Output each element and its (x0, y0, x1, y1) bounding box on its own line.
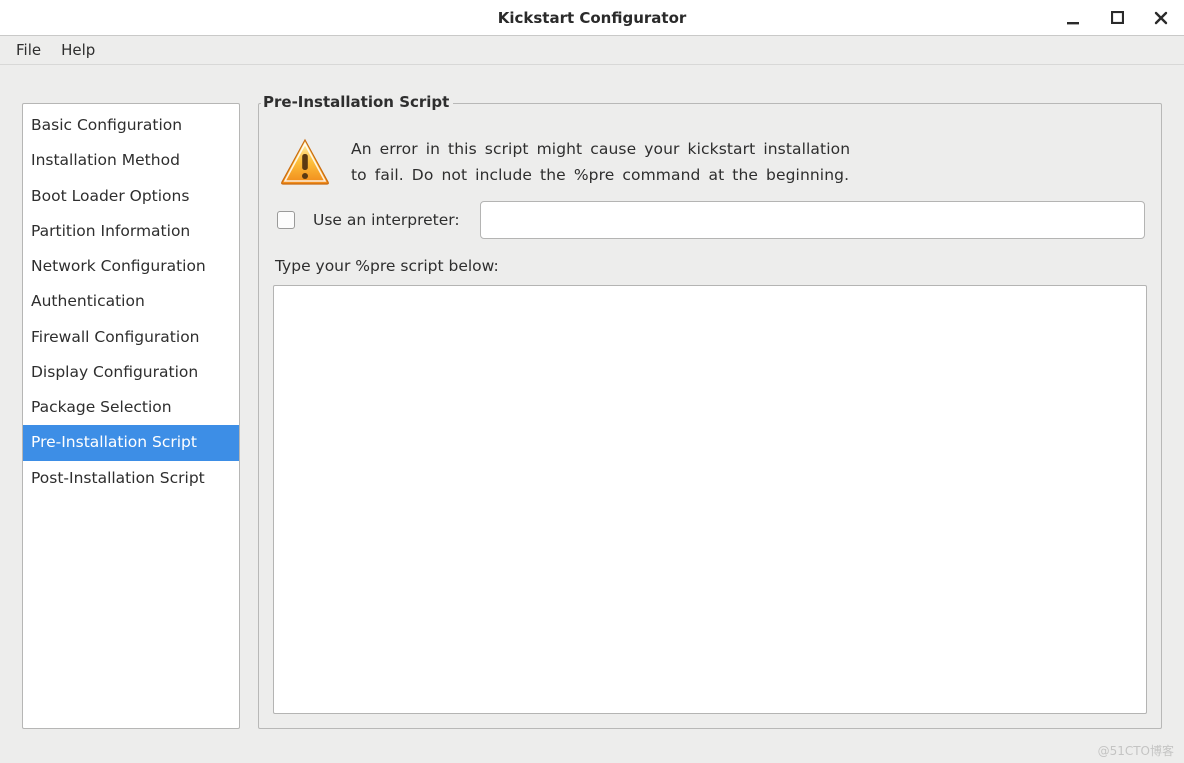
interpreter-label: Use an interpreter: (313, 211, 460, 229)
script-prompt-label: Type your %pre script below: (273, 249, 1147, 285)
titlebar: Kickstart Configurator (0, 0, 1184, 36)
window-title: Kickstart Configurator (498, 9, 687, 27)
sidebar-item-8[interactable]: Package Selection (23, 390, 239, 425)
sidebar-item-10[interactable]: Post-Installation Script (23, 461, 239, 496)
menu-help[interactable]: Help (51, 37, 105, 63)
maximize-icon (1111, 11, 1124, 24)
maximize-button[interactable] (1108, 9, 1126, 27)
interpreter-row: Use an interpreter: (273, 199, 1147, 249)
warning-text-line2: to fail. Do not include the %pre command… (351, 166, 849, 184)
sidebar-item-5[interactable]: Authentication (23, 284, 239, 319)
sidebar-item-6[interactable]: Firewall Configuration (23, 320, 239, 355)
sidebar-item-3[interactable]: Partition Information (23, 214, 239, 249)
warning-row: An error in this script might cause your… (273, 128, 1147, 199)
warning-text-line1: An error in this script might cause your… (351, 140, 850, 158)
warning-text: An error in this script might cause your… (351, 136, 850, 189)
pre-script-textarea[interactable] (273, 285, 1147, 714)
minimize-icon (1066, 11, 1080, 25)
sidebar-item-4[interactable]: Network Configuration (23, 249, 239, 284)
sidebar-item-1[interactable]: Installation Method (23, 143, 239, 178)
sidebar-item-0[interactable]: Basic Configuration (23, 108, 239, 143)
window-controls (1064, 0, 1170, 35)
sidebar-item-2[interactable]: Boot Loader Options (23, 179, 239, 214)
interpreter-checkbox[interactable] (277, 211, 295, 229)
sidebar-item-7[interactable]: Display Configuration (23, 355, 239, 390)
workarea: Basic ConfigurationInstallation MethodBo… (0, 65, 1184, 763)
menu-file[interactable]: File (6, 37, 51, 63)
minimize-button[interactable] (1064, 9, 1082, 27)
sidebar: Basic ConfigurationInstallation MethodBo… (22, 103, 240, 729)
pre-install-fieldset: Pre-Installation Script (258, 103, 1162, 729)
close-icon (1154, 11, 1168, 25)
content-area: Pre-Installation Script (258, 103, 1162, 729)
interpreter-input[interactable] (480, 201, 1145, 239)
fieldset-legend: Pre-Installation Script (261, 93, 453, 111)
sidebar-item-9[interactable]: Pre-Installation Script (23, 425, 239, 460)
warning-icon (279, 138, 331, 186)
menubar: File Help (0, 36, 1184, 65)
close-button[interactable] (1152, 9, 1170, 27)
